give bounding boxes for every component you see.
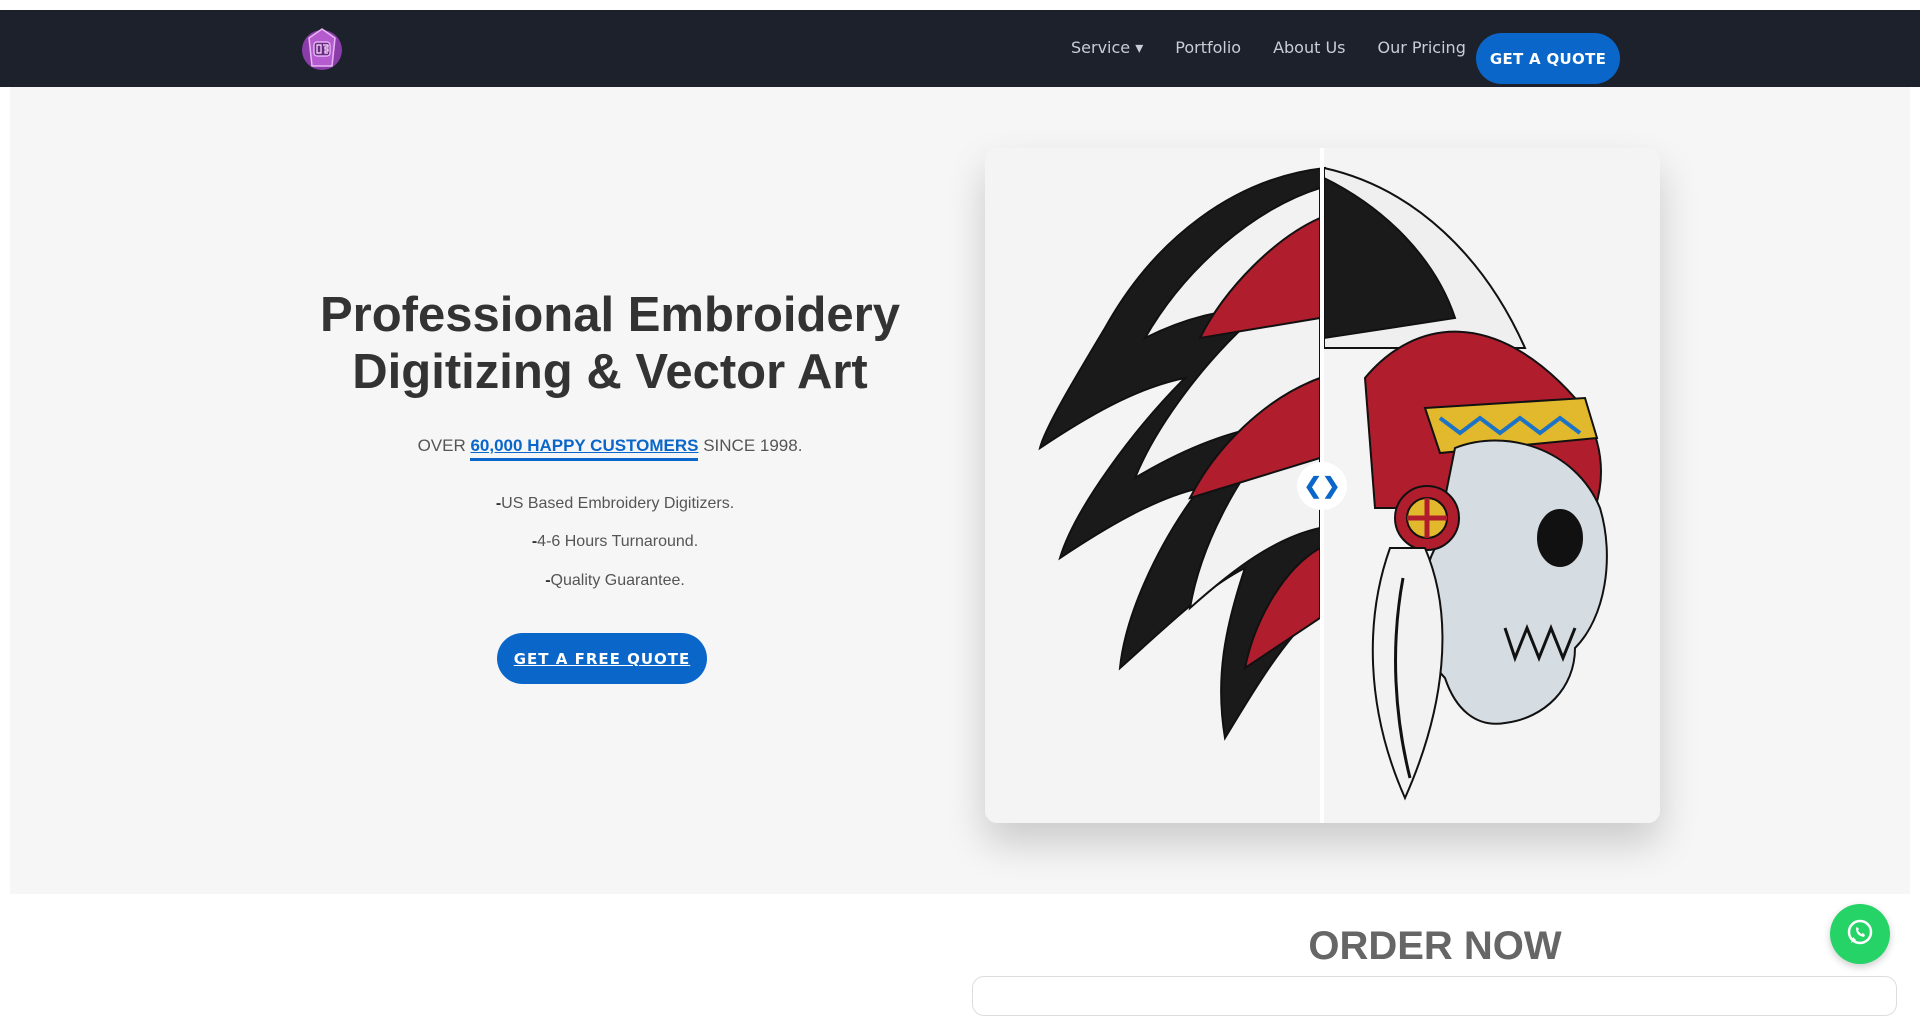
subline-suffix: SINCE 1998. bbox=[698, 436, 803, 455]
happy-customers-link[interactable]: 60,000 HAPPY CUSTOMERS bbox=[470, 436, 699, 461]
hero-title-line1: Professional Embroidery bbox=[319, 288, 900, 342]
hero-title-line2: Digitizing & Vector Art bbox=[352, 345, 868, 399]
before-after-slider[interactable]: ❮❯ bbox=[985, 148, 1660, 823]
order-form-container bbox=[972, 976, 1897, 1016]
feature-text: 4-6 Hours Turnaround. bbox=[537, 533, 699, 550]
slider-handle[interactable]: ❮❯ bbox=[1297, 462, 1347, 510]
feature-text: Quality Guarantee. bbox=[550, 572, 685, 589]
whatsapp-button[interactable] bbox=[1830, 904, 1890, 964]
nav-about-us[interactable]: About Us bbox=[1273, 38, 1345, 57]
get-a-quote-button[interactable]: GET A QUOTE bbox=[1476, 33, 1620, 84]
top-strip bbox=[0, 0, 1920, 10]
get-free-quote-button[interactable]: GET A FREE QUOTE bbox=[497, 633, 707, 684]
feature-item: -4-6 Hours Turnaround. bbox=[300, 533, 930, 551]
main-nav: Service ▾ Portfolio About Us Our Pricing bbox=[1071, 38, 1466, 57]
feature-text: US Based Embroidery Digitizers. bbox=[501, 495, 735, 512]
feature-item: -Quality Guarantee. bbox=[300, 572, 930, 590]
hero-title: Professional Embroidery Digitizing & Vec… bbox=[300, 287, 920, 401]
whatsapp-icon bbox=[1845, 917, 1875, 952]
site-logo[interactable] bbox=[299, 26, 345, 72]
nav-portfolio[interactable]: Portfolio bbox=[1175, 38, 1241, 57]
hero-subline: OVER 60,000 HAPPY CUSTOMERS SINCE 1998. bbox=[300, 436, 920, 461]
hero-section: Professional Embroidery Digitizing & Vec… bbox=[10, 87, 1910, 894]
navbar: Service ▾ Portfolio About Us Our Pricing… bbox=[0, 10, 1920, 87]
subline-prefix: OVER bbox=[417, 436, 471, 455]
nav-service[interactable]: Service ▾ bbox=[1071, 38, 1143, 57]
nav-our-pricing[interactable]: Our Pricing bbox=[1378, 38, 1466, 57]
feature-item: -US Based Embroidery Digitizers. bbox=[300, 495, 930, 513]
order-now-title: ORDER NOW bbox=[1308, 924, 1562, 968]
